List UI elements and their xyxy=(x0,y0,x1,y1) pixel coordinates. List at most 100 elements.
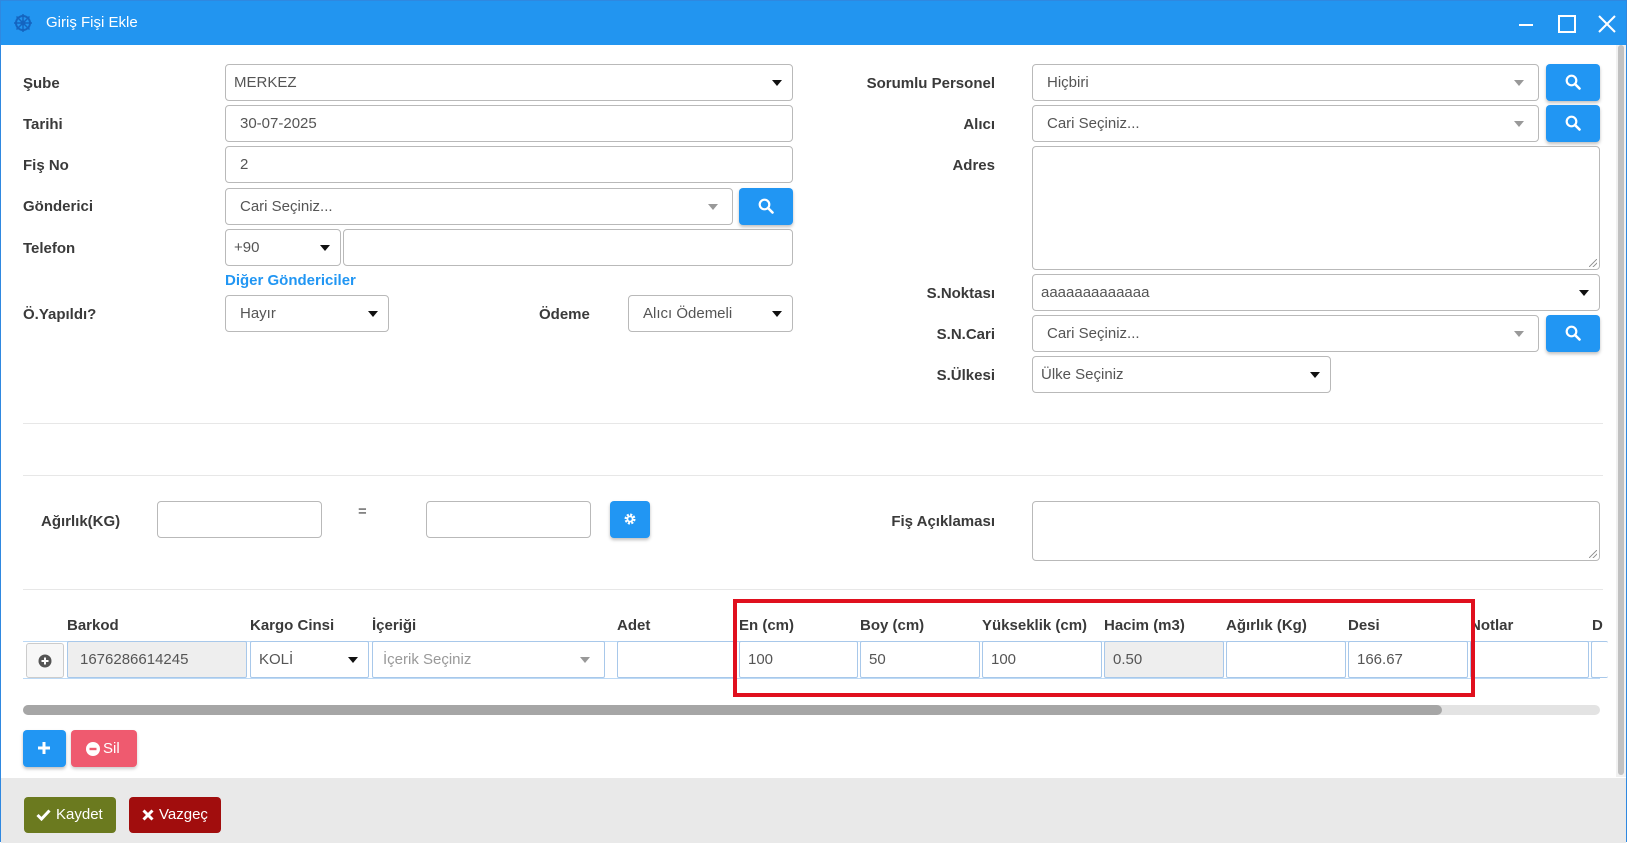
divider xyxy=(23,423,1603,424)
odeme-value: Alıcı Ödemeli xyxy=(643,305,733,322)
telefon-label: Telefon xyxy=(23,240,76,257)
row-add-button[interactable] xyxy=(26,643,64,678)
alici-search-button[interactable] xyxy=(1546,105,1600,142)
check-icon xyxy=(36,809,51,821)
highlight-box xyxy=(733,599,1475,697)
horizontal-scrollbar[interactable] xyxy=(23,705,1600,715)
icerigi-placeholder: İçerik Seçiniz xyxy=(383,651,472,668)
divider xyxy=(23,589,1603,590)
delete-row-label: Sil xyxy=(103,740,120,757)
grid-header-icerigi: İçeriği xyxy=(372,617,417,634)
kargo-cinsi-value: KOLİ xyxy=(259,651,294,668)
telefon-code-select[interactable]: +90 xyxy=(225,229,341,266)
cancel-button[interactable]: Vazgeç xyxy=(129,797,221,833)
grid-header-barkod: Barkod xyxy=(67,617,119,634)
d-cell[interactable] xyxy=(1591,641,1608,678)
sorumlu-value: Hiçbiri xyxy=(1047,74,1089,91)
minimize-icon[interactable] xyxy=(1513,11,1539,37)
save-label: Kaydet xyxy=(56,806,103,823)
kargo-cinsi-select[interactable]: KOLİ xyxy=(250,641,369,678)
alici-label: Alıcı xyxy=(963,116,995,133)
app-icon xyxy=(14,14,32,32)
sn-cari-label: S.N.Cari xyxy=(936,326,995,343)
fis-no-input[interactable]: 2 xyxy=(225,146,793,183)
telefon-input[interactable] xyxy=(343,229,793,266)
alici-placeholder: Cari Seçiniz... xyxy=(1047,115,1140,132)
notlar-cell[interactable] xyxy=(1470,641,1589,678)
grid-header-d: D xyxy=(1592,617,1603,634)
s-ulkesi-label: S.Ülkesi xyxy=(936,367,995,384)
search-icon xyxy=(1565,74,1581,90)
window-title: Giriş Fişi Ekle xyxy=(46,14,138,31)
s-noktasi-label: S.Noktası xyxy=(926,285,995,302)
agirlik-label: Ağırlık(KG) xyxy=(41,513,121,530)
vertical-scrollbar-thumb[interactable] xyxy=(1618,45,1624,775)
chevron-down-icon xyxy=(708,204,718,210)
odeme-select[interactable]: Alıcı Ödemeli xyxy=(628,295,793,332)
close-icon[interactable] xyxy=(1594,11,1620,37)
add-row-button[interactable] xyxy=(23,730,66,767)
fis-aciklamasi-textarea[interactable] xyxy=(1032,501,1600,561)
alici-select[interactable]: Cari Seçiniz... xyxy=(1032,105,1539,142)
sn-cari-search-button[interactable] xyxy=(1546,315,1600,352)
gonderici-placeholder: Cari Seçiniz... xyxy=(240,198,333,215)
plus-circle-icon xyxy=(38,654,52,668)
tarih-label: Tarihi xyxy=(23,116,63,133)
gonderici-label: Gönderici xyxy=(23,198,94,215)
chevron-down-icon xyxy=(368,311,378,317)
s-noktasi-select[interactable]: aaaaaaaaaaaaa xyxy=(1032,274,1600,311)
tarih-input[interactable]: 30-07-2025 xyxy=(225,105,793,142)
chevron-down-icon xyxy=(320,245,330,251)
chevron-down-icon xyxy=(1310,372,1320,378)
vertical-scrollbar[interactable] xyxy=(1616,45,1626,777)
chevron-down-icon xyxy=(348,657,358,663)
close-icon xyxy=(142,809,154,821)
chevron-down-icon xyxy=(580,657,590,663)
telefon-code: +90 xyxy=(234,239,260,256)
chevron-down-icon xyxy=(1579,290,1589,296)
o-yapildi-select[interactable]: Hayır xyxy=(225,295,389,332)
maximize-icon[interactable] xyxy=(1554,11,1580,37)
plus-icon xyxy=(38,742,50,754)
search-icon xyxy=(758,198,774,214)
search-icon xyxy=(1565,325,1581,341)
fis-aciklamasi-label: Fiş Açıklaması xyxy=(891,513,995,530)
s-ulkesi-value: Ülke Seçiniz xyxy=(1041,366,1124,383)
search-icon xyxy=(1565,115,1581,131)
gonderici-search-button[interactable] xyxy=(739,188,793,225)
diger-gondericiler-link[interactable]: Diğer Göndericiler xyxy=(225,272,356,289)
odeme-label: Ödeme xyxy=(539,306,590,323)
gonderici-select[interactable]: Cari Seçiniz... xyxy=(225,188,733,225)
chevron-down-icon xyxy=(772,80,782,86)
resize-grip-icon[interactable] xyxy=(1589,259,1597,267)
adres-textarea[interactable] xyxy=(1032,146,1600,270)
o-yapildi-label: Ö.Yapıldı? xyxy=(23,306,97,323)
resize-grip-icon[interactable] xyxy=(1589,550,1597,558)
barkod-cell[interactable]: 1676286614245 xyxy=(67,641,247,678)
fis-no-label: Fiş No xyxy=(23,157,69,174)
sorumlu-select[interactable]: Hiçbiri xyxy=(1032,64,1539,101)
chevron-down-icon xyxy=(772,311,782,317)
sube-select[interactable]: MERKEZ xyxy=(225,64,793,101)
adres-label: Adres xyxy=(952,157,995,174)
settings-button[interactable] xyxy=(610,501,650,538)
dialog-window: Giriş Fişi Ekle Şube MERKEZ Tarihi 30-07… xyxy=(0,0,1627,843)
sube-label: Şube xyxy=(23,75,60,92)
o-yapildi-value: Hayır xyxy=(240,305,276,322)
agirlik-result-input[interactable] xyxy=(426,501,591,538)
chevron-down-icon xyxy=(1514,121,1524,127)
s-ulkesi-select[interactable]: Ülke Seçiniz xyxy=(1032,356,1331,393)
divider xyxy=(23,475,1603,476)
cancel-label: Vazgeç xyxy=(159,806,208,823)
save-button[interactable]: Kaydet xyxy=(24,797,116,833)
scrollbar-thumb[interactable] xyxy=(23,705,1443,715)
sn-cari-placeholder: Cari Seçiniz... xyxy=(1047,325,1140,342)
sube-value: MERKEZ xyxy=(234,74,297,91)
sorumlu-search-button[interactable] xyxy=(1546,64,1600,101)
delete-row-button[interactable]: Sil xyxy=(71,730,137,767)
agirlik-input[interactable] xyxy=(157,501,322,538)
adet-cell[interactable] xyxy=(617,641,737,678)
sn-cari-select[interactable]: Cari Seçiniz... xyxy=(1032,315,1539,352)
grid-header-kargo-cinsi: Kargo Cinsi xyxy=(250,617,335,634)
icerigi-select[interactable]: İçerik Seçiniz xyxy=(372,641,605,678)
